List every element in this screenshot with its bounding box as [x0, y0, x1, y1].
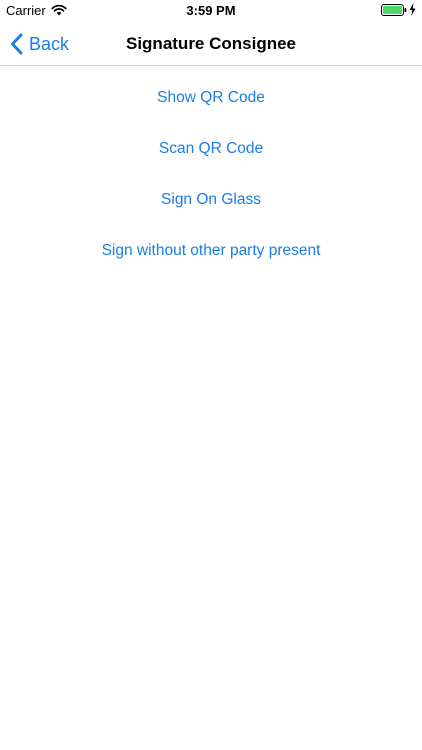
navigation-bar: Back Signature Consignee: [0, 22, 422, 66]
charging-bolt-icon: [409, 3, 416, 16]
status-time: 3:59 PM: [186, 3, 236, 18]
page-title: Signature Consignee: [125, 34, 297, 53]
sign-without-other-party-button[interactable]: Sign without other party present: [0, 237, 422, 288]
show-qr-code-button[interactable]: Show QR Code: [0, 84, 422, 135]
scan-qr-code-button[interactable]: Scan QR Code: [0, 135, 422, 186]
signature-options-list: Show QR Code Scan QR Code Sign On Glass …: [0, 84, 422, 288]
sign-on-glass-button[interactable]: Sign On Glass: [0, 186, 422, 237]
status-bar: Carrier 3:59 PM: [0, 0, 422, 22]
battery-icon: [381, 4, 407, 16]
